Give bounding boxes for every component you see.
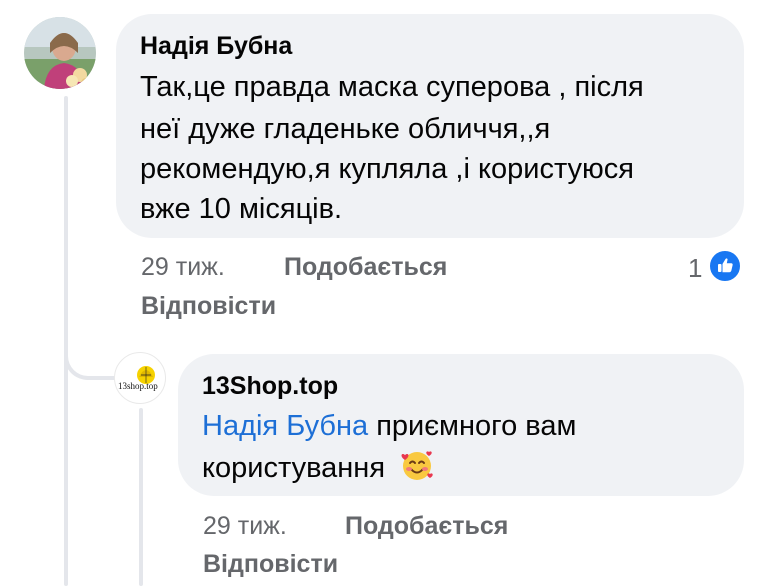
comment-text-line-2: неї дуже гладеньке обличчя,,я (140, 113, 551, 145)
reply-text-line-2: користування (202, 447, 435, 495)
reply-author[interactable]: 13Shop.top (202, 372, 338, 401)
avatar-13shop[interactable]: 13shop.top (114, 352, 166, 404)
thumbs-up-icon (708, 249, 742, 283)
comment-like-button[interactable]: Подобається (284, 253, 447, 282)
reply-timestamp[interactable]: 29 тиж. (203, 512, 287, 541)
thread-line-reply (139, 408, 143, 586)
reply-like-button[interactable]: Подобається (345, 512, 508, 541)
reply-text-after-mention: приємного вам (368, 410, 577, 442)
comment-reply-button[interactable]: Відповісти (141, 292, 276, 321)
avatar-nadiia[interactable] (24, 17, 96, 89)
smiling-face-with-hearts-icon (399, 447, 435, 495)
shop-logo (137, 366, 155, 384)
comment-text-line-4: вже 10 місяців. (140, 193, 343, 225)
reply-reply-button[interactable]: Відповісти (203, 550, 338, 579)
comment-timestamp[interactable]: 29 тиж. (141, 253, 225, 282)
mention-link[interactable]: Надія Бубна (202, 410, 368, 442)
comment-text-line-3: рекомендую,я купляла ,і користуюся (140, 153, 635, 185)
shop-logo-text: 13shop.top (118, 381, 158, 391)
reply-text-line2: користування (202, 452, 386, 484)
comment-author[interactable]: Надія Бубна (140, 32, 292, 61)
thread-elbow (64, 330, 116, 380)
comment-text-line-1: Так,це правда маска суперова , після (140, 71, 644, 103)
profile-photo (24, 17, 96, 89)
reply-text-line-1: Надія Бубна приємного вам (202, 405, 576, 447)
reaction-count[interactable]: 1 (688, 253, 702, 284)
